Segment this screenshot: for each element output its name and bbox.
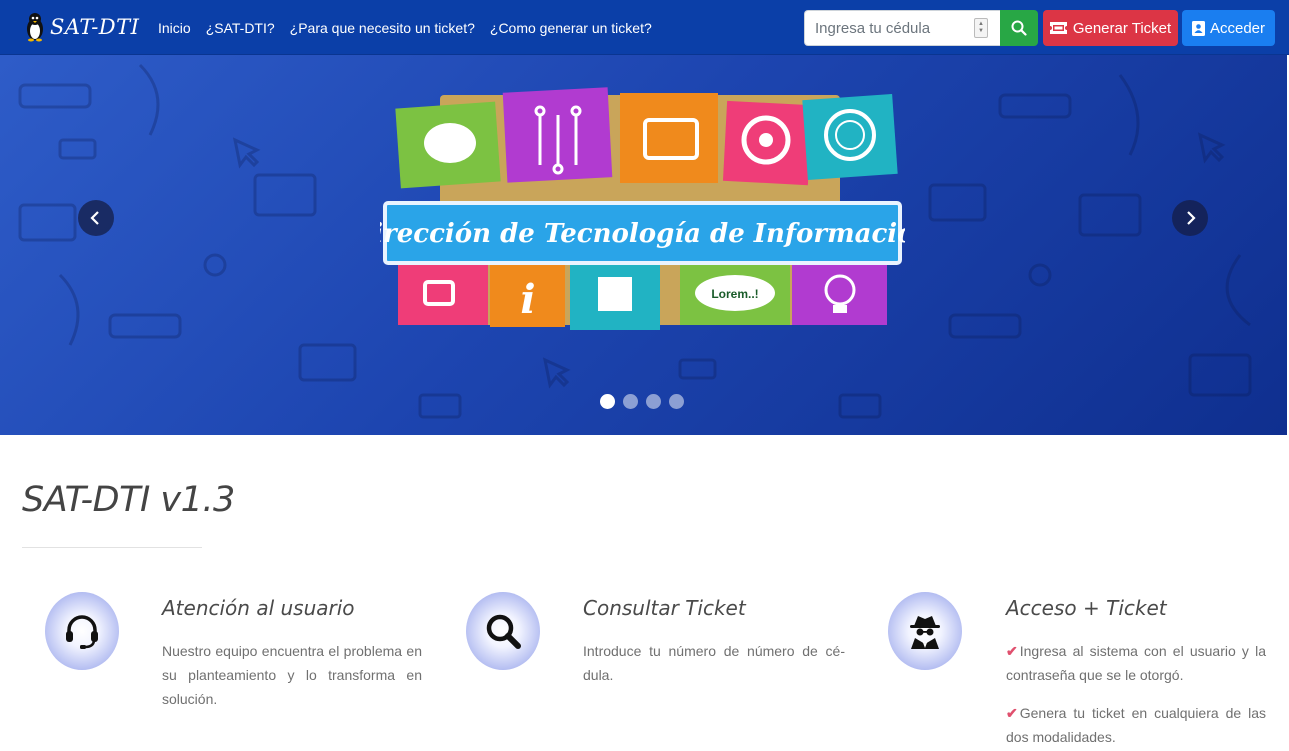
feature-title: Consultar Ticket bbox=[583, 596, 746, 620]
nav-link-sat-dti[interactable]: ¿SAT-DTI? bbox=[206, 20, 275, 36]
cedula-search-form: ▲ ▼ bbox=[804, 10, 1038, 46]
hero-carousel: Dirección de Tecnología de Información i… bbox=[0, 55, 1287, 435]
nav-link-para-que-ticket[interactable]: ¿Para que necesito un ticket? bbox=[290, 20, 475, 36]
banner-text: Dirección de Tecnología de Información bbox=[380, 219, 905, 249]
feature-list-item: ✔ Genera tu ticket en cualquiera de las d… bbox=[1006, 701, 1266, 749]
feature-list-item: ✔ Ingresa al sistema con el usuario y la … bbox=[1006, 639, 1266, 687]
nav-menu: Inicio ¿SAT-DTI? ¿Para que necesito un t… bbox=[158, 0, 652, 55]
magnifier-icon bbox=[486, 614, 521, 649]
carousel-prev-button[interactable] bbox=[78, 200, 114, 236]
feature-list-text: Genera tu ticket en cualquiera de las do… bbox=[1006, 705, 1266, 745]
spinner-up-icon[interactable]: ▲ bbox=[978, 21, 984, 28]
spy-icon bbox=[910, 616, 940, 649]
carousel-indicator-3[interactable] bbox=[646, 394, 661, 409]
info-icon: i bbox=[520, 276, 535, 323]
search-button[interactable] bbox=[1000, 10, 1038, 46]
id-card-icon bbox=[1191, 20, 1205, 36]
generate-ticket-button[interactable]: Generar Ticket bbox=[1043, 10, 1178, 46]
cedula-input[interactable] bbox=[804, 10, 1000, 46]
feature-icon-circle bbox=[466, 592, 540, 670]
search-icon bbox=[1011, 20, 1027, 36]
puzzle-icon bbox=[598, 277, 632, 311]
spinner-down-icon[interactable]: ▼ bbox=[978, 28, 984, 35]
chevron-left-icon bbox=[90, 211, 99, 225]
nav-link-inicio[interactable]: Inicio bbox=[158, 20, 191, 36]
login-label: Acceder bbox=[1209, 19, 1266, 37]
brand-name: SAT-DTI bbox=[50, 15, 140, 39]
feature-description: Introduce tu número de número de cé-dula… bbox=[583, 643, 845, 683]
feature-list-text: Ingresa al sistema con el usuario y la c… bbox=[1006, 643, 1266, 683]
navbar: SAT-DTI Inicio ¿SAT-DTI? ¿Para que neces… bbox=[0, 0, 1289, 55]
feature-title: Atención al usuario bbox=[162, 596, 355, 620]
brand-link[interactable]: SAT-DTI bbox=[24, 10, 139, 44]
checkmark-icon: ✔ bbox=[1006, 643, 1018, 659]
bubble-text: Lorem..! bbox=[711, 287, 758, 301]
brain-icon bbox=[424, 123, 476, 163]
login-button[interactable]: Acceder bbox=[1182, 10, 1275, 46]
feature-icon-circle bbox=[888, 592, 962, 670]
checkmark-icon: ✔ bbox=[1006, 705, 1018, 721]
headset-icon bbox=[66, 615, 98, 649]
carousel-indicator-4[interactable] bbox=[669, 394, 684, 409]
nav-link-como-generar[interactable]: ¿Como generar un ticket? bbox=[490, 20, 652, 36]
dti-banner-illustration: Dirección de Tecnología de Información i… bbox=[380, 87, 905, 330]
feature-icon-circle bbox=[45, 592, 119, 670]
ticket-icon bbox=[1049, 22, 1067, 34]
generate-ticket-label: Generar Ticket bbox=[1072, 19, 1172, 37]
number-spinner[interactable]: ▲ ▼ bbox=[974, 18, 988, 38]
feature-description: Nuestro equipo encuentra el problema en … bbox=[162, 643, 422, 707]
page-title: SAT-DTI v1.3 bbox=[22, 480, 235, 520]
title-divider bbox=[22, 547, 202, 548]
carousel-indicator-1[interactable] bbox=[600, 394, 615, 409]
carousel-indicators bbox=[600, 394, 684, 409]
feature-title: Acceso + Ticket bbox=[1006, 596, 1167, 620]
carousel-next-button[interactable] bbox=[1172, 200, 1208, 236]
carousel-indicator-2[interactable] bbox=[623, 394, 638, 409]
penguin-logo-icon bbox=[27, 13, 43, 42]
chevron-right-icon bbox=[1187, 211, 1196, 225]
